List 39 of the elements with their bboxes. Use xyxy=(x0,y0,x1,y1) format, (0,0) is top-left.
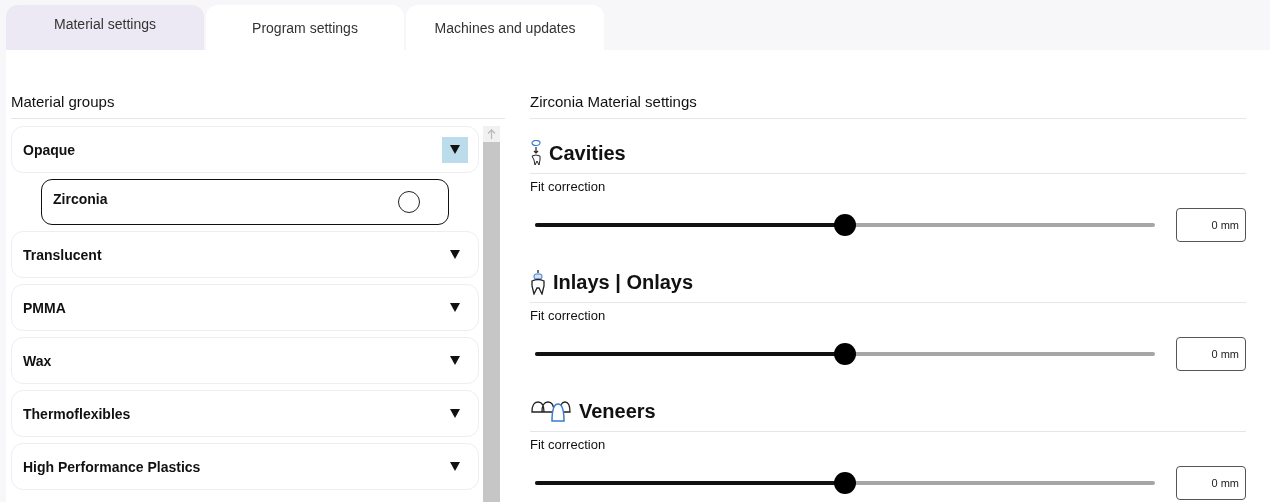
slider-thumb[interactable] xyxy=(834,214,856,236)
section-heading: Inlays | Onlays xyxy=(553,270,694,294)
section-heading: Cavities xyxy=(549,141,626,165)
caret-icon xyxy=(450,409,460,418)
material-item[interactable]: Zirconia xyxy=(41,179,449,225)
slider-thumb[interactable] xyxy=(834,343,856,365)
tab[interactable]: Program settings xyxy=(206,5,404,50)
caret-icon xyxy=(450,145,460,154)
material-group[interactable]: High Performance Plastics xyxy=(11,443,479,490)
teeth-icon xyxy=(530,398,572,424)
slider[interactable] xyxy=(535,214,1155,236)
caret-icon xyxy=(450,250,460,259)
section-title: Material groups xyxy=(11,92,505,119)
material-group[interactable]: Thermoflexibles xyxy=(11,390,479,437)
material-group[interactable]: Opaque xyxy=(11,126,479,173)
expand-button[interactable] xyxy=(442,136,468,163)
tooth-icon xyxy=(530,140,542,166)
field-label: Fit correction xyxy=(530,179,607,194)
caret-icon xyxy=(450,303,460,312)
value-field[interactable]: 0 mm xyxy=(1176,466,1246,500)
radio-button[interactable] xyxy=(398,191,420,213)
slider-thumb[interactable] xyxy=(834,472,856,494)
scrollbar[interactable] xyxy=(483,126,500,502)
slider[interactable] xyxy=(535,343,1155,365)
caret-icon xyxy=(450,356,460,365)
material-group[interactable]: Wax xyxy=(11,337,479,384)
tab[interactable]: Machines and updates xyxy=(406,5,604,50)
field-label: Fit correction xyxy=(530,437,607,452)
field-label: Fit correction xyxy=(530,308,607,323)
slider[interactable] xyxy=(535,472,1155,494)
value-field[interactable]: 0 mm xyxy=(1176,337,1246,371)
tooth-icon xyxy=(530,269,546,295)
material-group[interactable]: PMMA xyxy=(11,284,479,331)
section-title: Zirconia Material settings xyxy=(530,92,1246,119)
material-group[interactable]: Translucent xyxy=(11,231,479,278)
value-field[interactable]: 0 mm xyxy=(1176,208,1246,242)
caret-icon xyxy=(450,462,460,471)
section-heading: Veneers xyxy=(579,399,656,423)
tab[interactable]: Material settings xyxy=(6,5,204,50)
